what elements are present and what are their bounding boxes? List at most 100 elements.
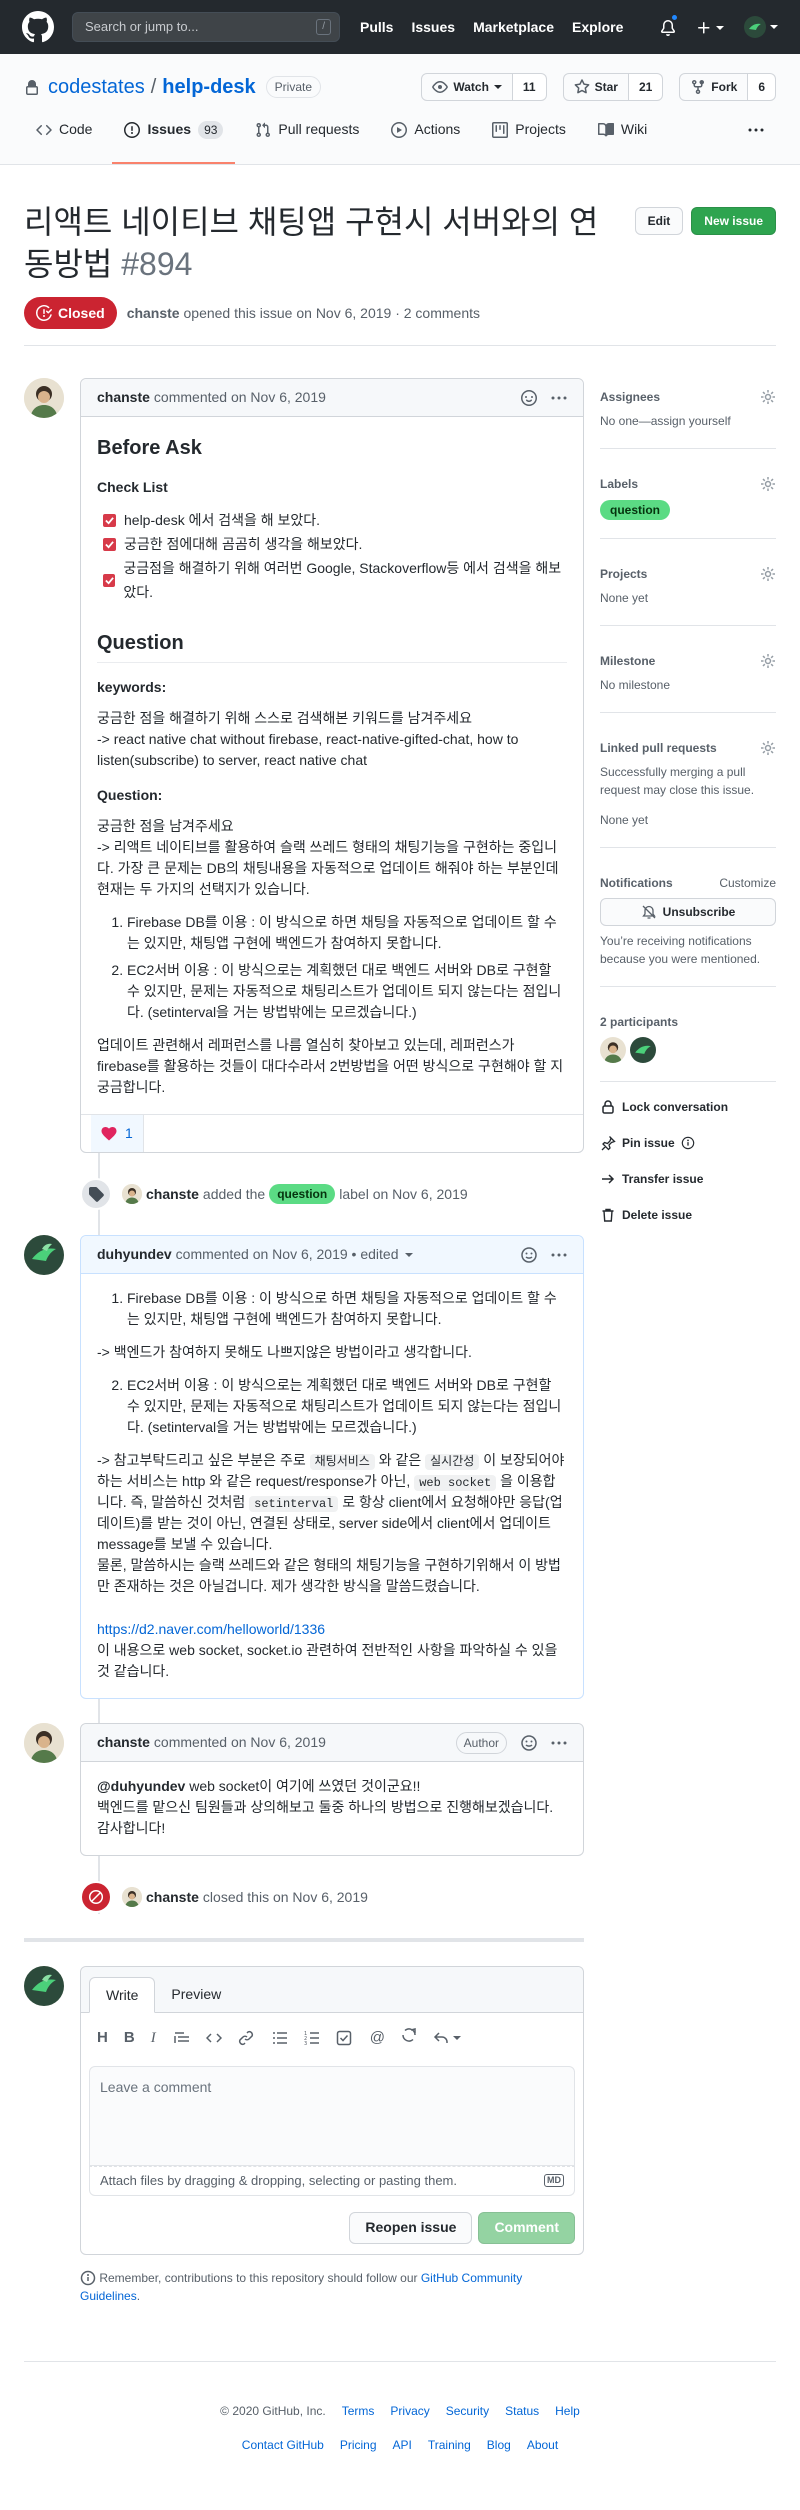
labels-heading[interactable]: Labels xyxy=(600,475,776,493)
unsubscribe-button[interactable]: Unsubscribe xyxy=(600,898,776,926)
nav-issues[interactable]: Issues xyxy=(411,17,455,38)
reopen-issue-button[interactable]: Reopen issue xyxy=(349,2211,473,2244)
comment-submit-button[interactable]: Comment xyxy=(478,2211,575,2244)
footer-link-terms[interactable]: Terms xyxy=(342,2402,375,2420)
avatar-duhyundev[interactable] xyxy=(24,1235,64,1275)
checked-checkbox-icon[interactable] xyxy=(103,513,116,527)
footer-link-about[interactable]: About xyxy=(527,2436,558,2454)
pin-issue-action[interactable]: Pin issue xyxy=(600,1134,776,1152)
comment-date[interactable]: commented on Nov 6, 2019 xyxy=(154,387,326,408)
attach-files-zone[interactable]: Attach files by dragging & dropping, sel… xyxy=(89,2165,575,2196)
star-count[interactable]: 21 xyxy=(628,73,664,101)
repo-name-link[interactable]: help-desk xyxy=(162,72,255,102)
footer-link-privacy[interactable]: Privacy xyxy=(390,2402,429,2420)
repo-owner-link[interactable]: codestates xyxy=(48,72,145,102)
nav-explore[interactable]: Explore xyxy=(572,17,623,38)
comment-author[interactable]: chanste xyxy=(97,1732,150,1753)
mention-icon[interactable]: @ xyxy=(370,2027,385,2050)
footer-link-training[interactable]: Training xyxy=(428,2436,471,2454)
tab-preview[interactable]: Preview xyxy=(155,1976,237,2012)
footer-link-blog[interactable]: Blog xyxy=(487,2436,511,2454)
comment-date[interactable]: commented on Nov 6, 2019 xyxy=(154,1732,326,1753)
assignees-value[interactable]: No one—assign yourself xyxy=(600,412,776,430)
linked-heading[interactable]: Linked pull requests xyxy=(600,739,776,757)
issue-author-link[interactable]: chanste xyxy=(127,305,180,321)
label-question[interactable]: question xyxy=(269,1184,336,1204)
footer-link-contact[interactable]: Contact GitHub xyxy=(242,2436,324,2454)
github-logo-icon[interactable] xyxy=(22,11,54,43)
code-icon[interactable] xyxy=(205,2030,222,2046)
participant-avatar[interactable] xyxy=(600,1037,626,1063)
smiley-icon[interactable] xyxy=(521,389,537,406)
more-menu-icon[interactable] xyxy=(736,112,776,164)
footer-link-security[interactable]: Security xyxy=(446,2402,489,2420)
label-question-pill[interactable]: question xyxy=(600,500,670,520)
task-list-icon[interactable] xyxy=(336,2030,352,2046)
bold-icon[interactable]: B xyxy=(124,2027,135,2050)
ordered-list-icon[interactable]: 123 xyxy=(304,2030,320,2046)
checked-checkbox-icon[interactable] xyxy=(103,573,116,587)
projects-heading[interactable]: Projects xyxy=(600,565,776,583)
transfer-issue-action[interactable]: Transfer issue xyxy=(600,1170,776,1188)
reply-arrow-icon[interactable] xyxy=(433,2027,462,2050)
footer-link-status[interactable]: Status xyxy=(505,2402,539,2420)
kebab-menu-icon[interactable] xyxy=(551,390,567,406)
tab-projects[interactable]: Projects xyxy=(480,112,578,164)
footer-link-api[interactable]: API xyxy=(393,2436,412,2454)
tab-actions[interactable]: Actions xyxy=(379,112,472,164)
actor-avatar[interactable] xyxy=(122,1184,142,1204)
user-avatar-menu[interactable] xyxy=(744,16,778,39)
heading-icon[interactable]: H xyxy=(97,2027,108,2050)
comment-author[interactable]: duhyundev xyxy=(97,1244,172,1265)
cross-reference-icon[interactable] xyxy=(401,2027,417,2043)
checked-checkbox-icon[interactable] xyxy=(103,537,116,551)
notifications-bell-icon[interactable] xyxy=(660,13,680,37)
customize-link[interactable]: Customize xyxy=(719,874,776,892)
avatar-chanste[interactable] xyxy=(24,1723,64,1763)
assignees-heading[interactable]: Assignees xyxy=(600,388,776,406)
tab-code[interactable]: Code xyxy=(24,112,104,164)
lock-conversation-action[interactable]: Lock conversation xyxy=(600,1098,776,1116)
edited-chevron-down-icon[interactable] xyxy=(404,1251,413,1259)
fork-count[interactable]: 6 xyxy=(748,73,776,101)
star-button[interactable]: Star xyxy=(562,73,629,101)
link-icon[interactable] xyxy=(238,2030,254,2046)
event-actor[interactable]: chanste xyxy=(146,1184,199,1205)
kebab-menu-icon[interactable] xyxy=(551,1735,567,1751)
fork-button[interactable]: Fork xyxy=(679,73,749,101)
search-input[interactable]: Search or jump to... / xyxy=(72,12,340,42)
avatar-chanste[interactable] xyxy=(24,378,64,418)
smiley-icon[interactable] xyxy=(521,1246,537,1263)
edit-title-button[interactable]: Edit xyxy=(634,207,684,235)
tab-issues[interactable]: Issues 93 xyxy=(112,112,236,164)
milestone-heading[interactable]: Milestone xyxy=(600,652,776,670)
quote-icon[interactable] xyxy=(173,2030,190,2046)
participant-avatar[interactable] xyxy=(630,1037,656,1063)
comment-textarea[interactable]: Leave a comment xyxy=(89,2065,575,2166)
italic-icon[interactable]: I xyxy=(151,2027,156,2050)
nav-pulls[interactable]: Pulls xyxy=(360,17,393,38)
delete-issue-action[interactable]: Delete issue xyxy=(600,1206,776,1224)
watch-button[interactable]: Watch xyxy=(421,73,513,101)
unordered-list-icon[interactable] xyxy=(272,2030,288,2046)
tab-pull-requests[interactable]: Pull requests xyxy=(243,112,371,164)
nav-marketplace[interactable]: Marketplace xyxy=(473,17,554,38)
create-new-plus-icon[interactable] xyxy=(696,16,725,37)
tab-write[interactable]: Write xyxy=(89,1977,156,2013)
comment-author[interactable]: chanste xyxy=(97,387,150,408)
kebab-menu-icon[interactable] xyxy=(551,1247,567,1263)
footer-link-help[interactable]: Help xyxy=(555,2402,580,2420)
comment-date[interactable]: commented on Nov 6, 2019 • edited xyxy=(176,1244,399,1265)
naver-link[interactable]: https://d2.naver.com/helloworld/1336 xyxy=(97,1621,325,1637)
footer-link-pricing[interactable]: Pricing xyxy=(340,2436,377,2454)
smiley-icon[interactable] xyxy=(521,1734,537,1751)
event-actor[interactable]: chanste xyxy=(146,1887,199,1908)
avatar-current-user[interactable] xyxy=(24,1966,64,2006)
watch-count[interactable]: 11 xyxy=(512,73,547,101)
markdown-icon[interactable]: MD xyxy=(544,2174,564,2187)
tab-wiki[interactable]: Wiki xyxy=(586,112,659,164)
heart-reaction[interactable]: 1 xyxy=(91,1115,144,1152)
user-mention[interactable]: @duhyundev xyxy=(97,1778,185,1794)
new-issue-button[interactable]: New issue xyxy=(691,207,776,235)
actor-avatar[interactable] xyxy=(122,1887,142,1907)
